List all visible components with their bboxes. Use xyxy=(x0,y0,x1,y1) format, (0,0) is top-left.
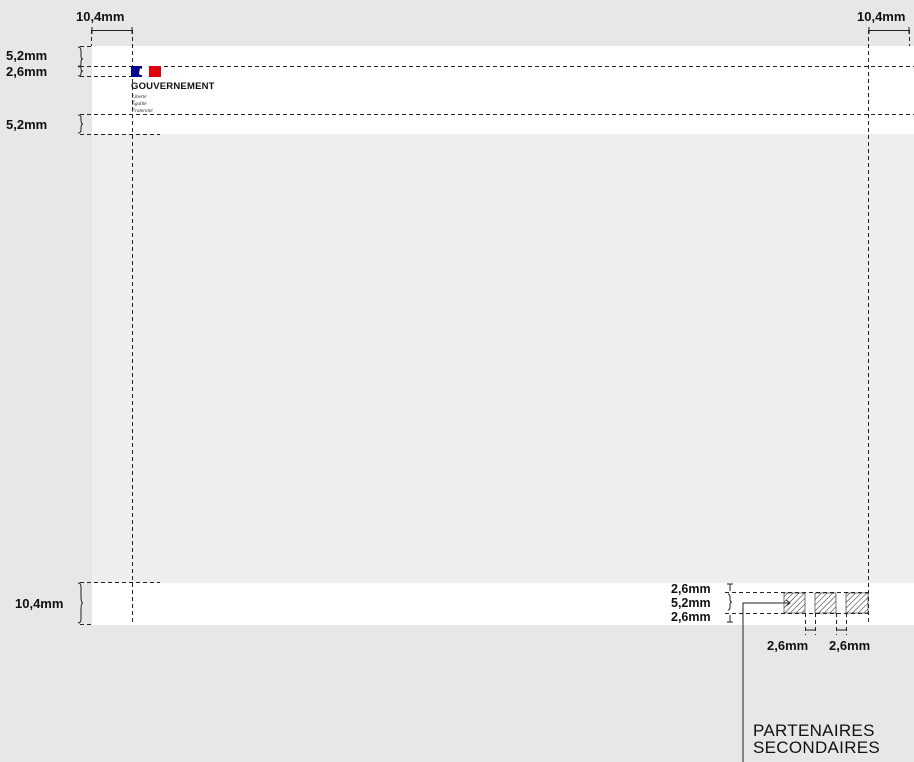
partners-label-line1: PARTENAIRES xyxy=(753,721,875,740)
motto-fraternite: Fraternité xyxy=(132,109,153,114)
partners-label-line2: SECONDAIRES xyxy=(753,738,881,757)
header-band xyxy=(92,46,914,134)
width-arrows xyxy=(91,27,910,34)
partner-height-label: 5,2mm xyxy=(671,596,711,610)
partner-top-label: 2,6mm xyxy=(671,582,711,596)
marianne-flag-icon xyxy=(131,66,161,77)
margin-right-label: 10,4mm xyxy=(857,9,906,24)
motto-egalite: Égalité xyxy=(132,102,147,107)
left-brackets xyxy=(77,46,84,624)
partners-label: PARTENAIRES SECONDAIRES xyxy=(753,722,880,756)
partner-slot-2 xyxy=(814,592,837,614)
motto-liberte: Liberté xyxy=(132,95,147,100)
margin-left-label: 10,4mm xyxy=(76,9,125,24)
top-margin-label: 5,2mm xyxy=(6,48,48,63)
layout-diagram: 10,4mm 10,4mm 5,2mm 2,6mm 5,2mm 10,4mm 2… xyxy=(0,0,914,762)
logo-offset-label: 2,6mm xyxy=(6,64,48,79)
gouvernement-logo-title: GOUVERNEMENT xyxy=(131,81,215,92)
partner-slot-3 xyxy=(845,592,869,614)
footer-height-label: 10,4mm xyxy=(15,596,64,611)
partner-gap-2-label: 2,6mm xyxy=(829,638,871,653)
partner-gap-1-label: 2,6mm xyxy=(767,638,809,653)
header-bottom-label: 5,2mm xyxy=(6,117,48,132)
partner-bottom-label: 2,6mm xyxy=(671,610,711,624)
